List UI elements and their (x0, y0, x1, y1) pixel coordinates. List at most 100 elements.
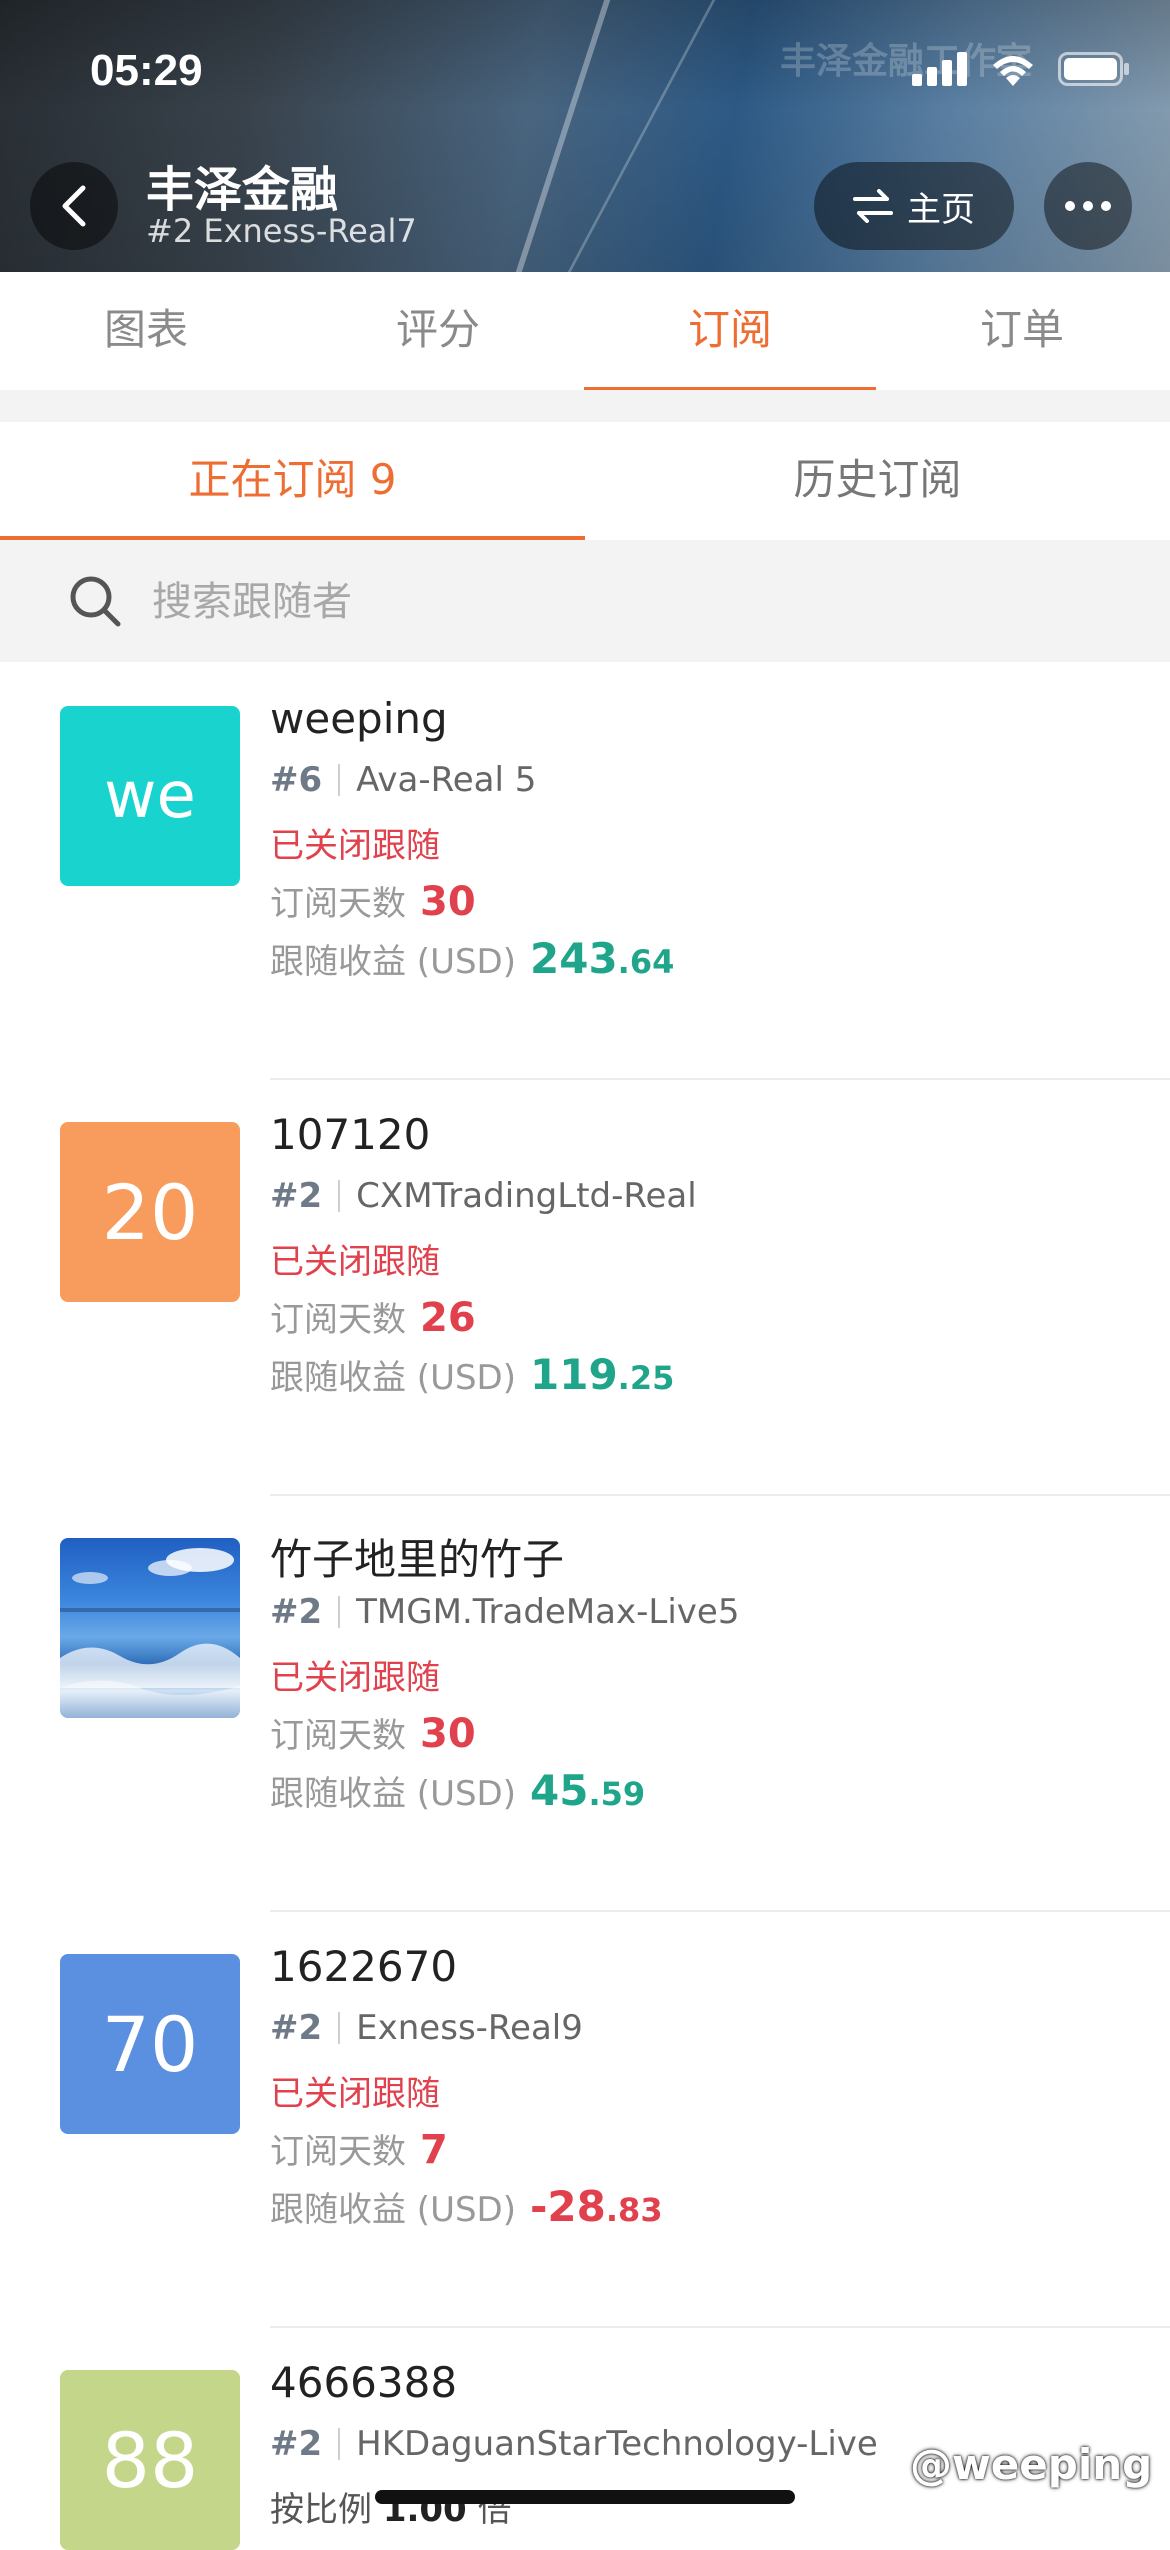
back-button[interactable] (30, 162, 118, 250)
avatar: we (60, 706, 240, 886)
profit-decimal: .83 (605, 2191, 663, 2229)
account-server: Exness-Real9 (356, 2008, 583, 2048)
subscription-days-value: 7 (420, 2127, 448, 2173)
page-subtitle: #2 Exness-Real7 (146, 212, 417, 250)
signal-icon (912, 52, 967, 86)
search-icon (70, 576, 121, 627)
tab-subscription[interactable]: 订阅 (584, 272, 876, 392)
subscription-days-value: 26 (420, 1295, 476, 1341)
follow-profit-label: 跟随收益 (USD) (270, 942, 516, 982)
profit-decimal: .64 (617, 943, 675, 981)
follow-profit: 跟随收益 (USD) -28.83 (270, 2182, 663, 2231)
follow-profit: 跟随收益 (USD) 119.25 (270, 1350, 674, 1399)
profit-decimal: .59 (588, 1775, 646, 1813)
account-rank: #2 (270, 2424, 323, 2464)
subscriber-item[interactable]: we weeping #6 Ava-Real 5 已关闭跟随 订阅天数 30 跟随… (0, 664, 1170, 1080)
tab-chart[interactable]: 图表 (0, 272, 292, 390)
subscriber-name: 4666388 (270, 2358, 458, 2407)
account-rank: #2 (270, 1592, 323, 1632)
subscriber-item[interactable]: 竹子地里的竹子 #2 TMGM.TradeMax-Live5 已关闭跟随 订阅天… (0, 1496, 1170, 1912)
subscription-days: 订阅天数 30 (270, 876, 476, 925)
avatar: 88 (60, 2370, 240, 2550)
top-tab-bar: 图表 评分 订阅 订单 (0, 272, 1170, 392)
separator (338, 1596, 341, 1628)
follow-status: 已关闭跟随 (270, 2074, 440, 2114)
separator (338, 2428, 341, 2460)
avatar-photo (60, 1538, 240, 1718)
profile-header: 丰泽金融工作室 05:29 丰泽金融 #2 Exness-Real7 主页 (0, 0, 1170, 272)
subscription-days-label: 订阅天数 (270, 2132, 406, 2172)
more-dots-icon (1065, 201, 1111, 211)
avatar: 20 (60, 1122, 240, 1302)
home-button[interactable]: 主页 (814, 162, 1014, 250)
subscription-days-label: 订阅天数 (270, 884, 406, 924)
subscriber-account: #2 CXMTradingLtd-Real (270, 1176, 697, 1216)
profit-integer: -28 (530, 2182, 606, 2231)
follow-profit-label: 跟随收益 (USD) (270, 2190, 516, 2230)
tab-history-subscriptions[interactable]: 历史订阅 (585, 422, 1170, 540)
follow-profit-label: 跟随收益 (USD) (270, 1358, 516, 1398)
follow-profit-value: 119.25 (530, 1350, 674, 1399)
account-server: HKDaguanStarTechnology-Live (356, 2424, 878, 2464)
sub-tab-bar: 正在订阅 9 历史订阅 (0, 422, 1170, 542)
follow-status: 已关闭跟随 (270, 1242, 440, 1282)
follow-profit: 跟随收益 (USD) 243.64 (270, 934, 674, 983)
account-rank: #2 (270, 1176, 323, 1216)
subscriber-name: 107120 (270, 1110, 431, 1159)
subscriber-name: weeping (270, 694, 448, 743)
subscriber-item[interactable]: 70 1622670 #2 Exness-Real9 已关闭跟随 订阅天数 7 跟… (0, 1912, 1170, 2328)
subscription-days-value: 30 (420, 1711, 476, 1757)
status-time: 05:29 (90, 46, 203, 95)
subscriber-account: #2 HKDaguanStarTechnology-Live (270, 2424, 878, 2464)
search-bar (0, 540, 1170, 662)
separator (338, 2012, 341, 2044)
subscription-days: 订阅天数 26 (270, 1292, 476, 1341)
subscriber-name: 竹子地里的竹子 (270, 1535, 565, 1584)
account-server: Ava-Real 5 (356, 760, 537, 800)
account-server: CXMTradingLtd-Real (356, 1176, 697, 1216)
more-button[interactable] (1044, 162, 1132, 250)
account-rank: #6 (270, 760, 323, 800)
tab-rating[interactable]: 评分 (292, 272, 584, 390)
follow-profit-value: 45.59 (530, 1766, 645, 1815)
subscription-days-label: 订阅天数 (270, 1300, 406, 1340)
swap-icon (853, 189, 893, 223)
follow-profit-label: 跟随收益 (USD) (270, 1774, 516, 1814)
subscriber-account: #2 TMGM.TradeMax-Live5 (270, 1592, 739, 1632)
page-title: 丰泽金融 (146, 162, 339, 218)
follow-profit: 跟随收益 (USD) 45.59 (270, 1766, 645, 1815)
subscription-days-value: 30 (420, 879, 476, 925)
subscription-days: 订阅天数 7 (270, 2124, 448, 2173)
follow-profit-value: -28.83 (530, 2182, 663, 2231)
battery-icon (1058, 52, 1129, 86)
tab-orders[interactable]: 订单 (876, 272, 1168, 390)
search-input[interactable] (150, 566, 1054, 638)
sea-photo-image (60, 1548, 240, 1718)
subscriber-item[interactable]: 20 107120 #2 CXMTradingLtd-Real 已关闭跟随 订阅… (0, 1080, 1170, 1496)
account-server: TMGM.TradeMax-Live5 (356, 1592, 740, 1632)
subscription-days-label: 订阅天数 (270, 1716, 406, 1756)
home-button-label: 主页 (907, 189, 975, 230)
follow-status: 已关闭跟随 (270, 826, 440, 866)
separator (338, 1180, 341, 1212)
ratio-prefix: 按比例 (270, 2490, 372, 2530)
subscriber-name: 1622670 (270, 1942, 458, 1991)
home-indicator (375, 2490, 795, 2504)
chevron-left-icon (62, 185, 86, 227)
separator (338, 764, 341, 796)
account-rank: #2 (270, 2008, 323, 2048)
status-icons (912, 52, 1130, 86)
follow-profit-value: 243.64 (530, 934, 674, 983)
follow-status: 已关闭跟随 (270, 1658, 440, 1698)
tab-active-subscriptions[interactable]: 正在订阅 9 (0, 422, 585, 542)
subscriber-account: #6 Ava-Real 5 (270, 760, 536, 800)
wifi-icon (993, 56, 1033, 86)
profit-integer: 45 (530, 1766, 589, 1815)
avatar: 70 (60, 1954, 240, 2134)
profit-decimal: .25 (617, 1359, 675, 1397)
weibo-watermark: @weeping (910, 2440, 1153, 2489)
section-gap (0, 390, 1170, 422)
profit-integer: 243 (530, 934, 618, 983)
profit-integer: 119 (530, 1350, 618, 1399)
subscription-days: 订阅天数 30 (270, 1708, 476, 1757)
